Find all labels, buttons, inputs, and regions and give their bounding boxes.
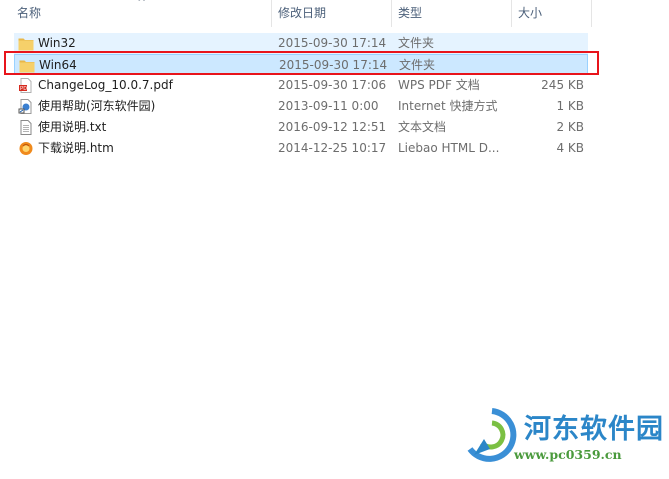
- file-date: 2014-12-25 10:17: [278, 141, 387, 155]
- file-name: 使用说明.txt: [38, 120, 107, 134]
- file-row-changelog[interactable]: PDF ChangeLog_10.0.7.pdf 2015-09-30 17:0…: [14, 75, 588, 96]
- file-type: Internet 快捷方式: [398, 99, 498, 113]
- column-date-header[interactable]: 修改日期: [278, 0, 326, 27]
- file-row-download-htm[interactable]: 下载说明.htm 2014-12-25 10:17 Liebao HTML D.…: [14, 138, 588, 159]
- file-size: 2 KB: [556, 120, 584, 134]
- file-size: 1 KB: [556, 99, 584, 113]
- file-size: 245 KB: [541, 78, 584, 92]
- file-date: 2015-09-30 17:06: [278, 78, 387, 92]
- file-name: 下载说明.htm: [38, 141, 114, 155]
- file-name: 使用帮助(河东软件园): [38, 99, 156, 113]
- column-divider[interactable]: [391, 0, 392, 27]
- file-row-help-shortcut[interactable]: 使用帮助(河东软件园) 2013-09-11 0:00 Internet 快捷方…: [14, 96, 588, 117]
- internet-shortcut-icon: [18, 99, 32, 114]
- annotation-highlight-box: [4, 51, 599, 75]
- file-size: 4 KB: [556, 141, 584, 155]
- file-row-readme-txt[interactable]: 使用说明.txt 2016-09-12 12:51 文本文档 2 KB: [14, 117, 588, 138]
- watermark-logo-icon: [467, 408, 517, 462]
- file-type: 文本文档: [398, 120, 447, 134]
- file-type: WPS PDF 文档: [398, 78, 480, 92]
- column-name-header[interactable]: 名称: [17, 0, 41, 27]
- watermark: 河东软件园 www.pc0359.cn: [462, 405, 667, 475]
- liebao-html-icon: [19, 142, 33, 155]
- file-date: 2016-09-12 12:51: [278, 120, 387, 134]
- sort-ascending-icon: ^: [137, 0, 147, 9]
- column-divider[interactable]: [511, 0, 512, 27]
- text-document-icon: [20, 120, 32, 135]
- watermark-title: 河东软件园: [524, 414, 664, 445]
- pdf-icon: PDF: [19, 78, 32, 93]
- file-type: Liebao HTML D...: [398, 141, 500, 155]
- column-divider[interactable]: [591, 0, 592, 27]
- column-size-header[interactable]: 大小: [518, 0, 542, 27]
- watermark-url: www.pc0359.cn: [514, 447, 622, 462]
- file-name: ChangeLog_10.0.7.pdf: [38, 78, 173, 92]
- column-divider[interactable]: [271, 0, 272, 27]
- folder-icon: [18, 38, 34, 51]
- svg-text:PDF: PDF: [20, 86, 30, 92]
- file-date: 2013-09-11 0:00: [278, 99, 379, 113]
- column-type-header[interactable]: 类型: [398, 0, 422, 27]
- column-header: 名称 ^ 修改日期 类型 大小: [0, 0, 669, 27]
